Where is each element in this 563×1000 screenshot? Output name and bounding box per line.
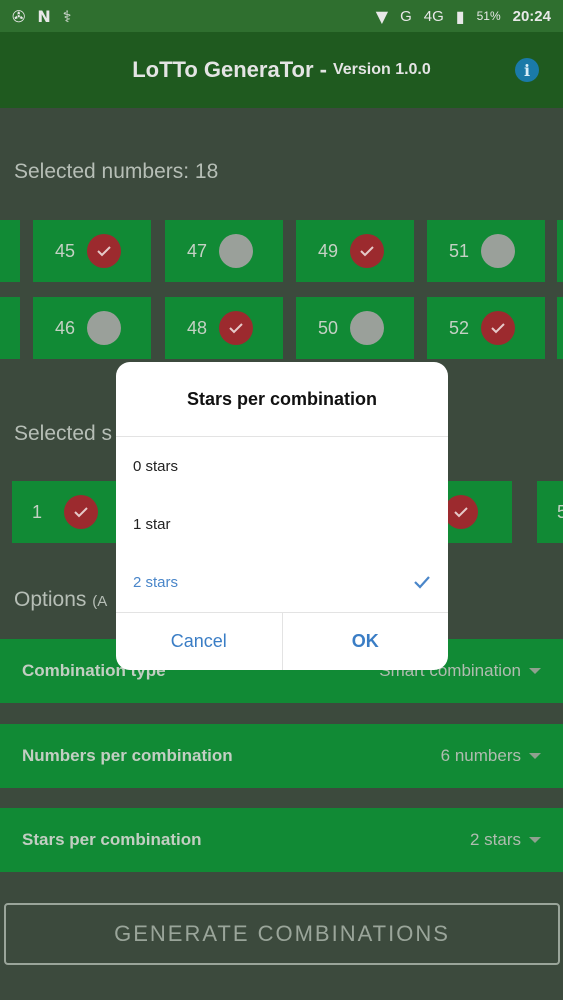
camera-aperture-icon: ✇ — [12, 6, 26, 26]
check-icon — [219, 311, 253, 345]
number-label: 45 — [55, 240, 76, 261]
stars-per-combination-value-text: 2 stars — [469, 830, 521, 849]
app-title: LoTTo GeneraTor - — [132, 57, 327, 82]
check-icon — [87, 234, 121, 268]
app-bar: LoTTo GeneraTor - Version 1.0.0 i — [0, 32, 563, 108]
dialog-option-0-stars[interactable]: 0 stars — [116, 437, 448, 495]
number-label: 46 — [55, 317, 76, 338]
chevron-down-icon — [529, 753, 541, 759]
check-icon — [481, 311, 515, 345]
number-tile[interactable]: 51 — [427, 220, 545, 282]
usb-icon: ⚕ — [62, 6, 72, 26]
stars-per-combination-dialog: Stars per combination 0 stars 1 star 2 s… — [116, 362, 448, 670]
number-tile[interactable]: 47 — [165, 220, 283, 282]
check-icon — [64, 495, 98, 529]
n-icon: N — [37, 6, 51, 26]
selected-numbers-label: Selected numbers: 18 — [14, 160, 219, 183]
chevron-down-icon — [529, 837, 541, 843]
numbers-per-combination-value: 6 numbers — [441, 746, 541, 766]
number-label: 50 — [318, 317, 339, 338]
network-g-label: G — [400, 7, 412, 25]
check-icon — [444, 495, 478, 529]
dialog-actions: Cancel OK — [116, 612, 448, 670]
battery-percent: 51% — [476, 9, 501, 23]
info-icon[interactable]: i — [515, 58, 539, 82]
number-tile-partial[interactable] — [557, 220, 563, 282]
dialog-option-label: 1 star — [133, 515, 171, 533]
dialog-title: Stars per combination — [116, 362, 448, 437]
selected-stars-label: Selected s — [14, 422, 113, 445]
cancel-button[interactable]: Cancel — [116, 613, 282, 670]
number-tile[interactable]: 49 — [296, 220, 414, 282]
ok-button[interactable]: OK — [281, 613, 449, 670]
chevron-down-icon — [529, 668, 541, 674]
number-label: 52 — [449, 317, 470, 338]
unchecked-circle-icon — [350, 311, 384, 345]
stars-per-combination-value: 2 stars — [470, 830, 541, 850]
star-tile[interactable] — [440, 481, 512, 543]
star-label: 1 — [32, 501, 43, 522]
dialog-option-1-star[interactable]: 1 star — [116, 495, 448, 553]
number-tile[interactable]: 45 — [33, 220, 151, 282]
number-tile-partial[interactable] — [0, 297, 20, 359]
generate-combinations-button[interactable]: GENERATE COMBINATIONS — [4, 903, 560, 965]
star-tile-partial[interactable]: 5 — [537, 481, 563, 543]
numbers-per-combination-row[interactable]: Numbers per combination 6 numbers — [0, 724, 563, 788]
dialog-option-label: 2 stars — [133, 573, 179, 591]
check-icon — [350, 234, 384, 268]
options-subtitle: (A — [92, 593, 108, 610]
dialog-option-label: 0 stars — [133, 457, 179, 475]
unchecked-circle-icon — [87, 311, 121, 345]
number-label: 48 — [187, 317, 208, 338]
number-tile[interactable]: 46 — [33, 297, 151, 359]
number-tile[interactable]: 52 — [427, 297, 545, 359]
star-tile[interactable]: 1 — [12, 481, 117, 543]
number-label: 51 — [449, 240, 470, 261]
app-version: Version 1.0.0 — [332, 61, 431, 78]
number-tile[interactable]: 48 — [165, 297, 283, 359]
stars-per-combination-row[interactable]: Stars per combination 2 stars — [0, 808, 563, 872]
wifi-icon: ▼ — [375, 6, 389, 26]
numbers-per-combination-value-text: 6 numbers — [440, 746, 521, 765]
unchecked-circle-icon — [219, 234, 253, 268]
number-tile-partial[interactable] — [0, 220, 20, 282]
clock: 20:24 — [512, 7, 551, 25]
check-icon — [414, 576, 430, 589]
number-label: 49 — [318, 240, 339, 261]
number-tile[interactable]: 50 — [296, 297, 414, 359]
status-bar: ✇ N ⚕ ▼ G 4G ▮ 51% 20:24 — [0, 0, 563, 32]
options-label: Options (A — [14, 588, 107, 612]
options-title: Options — [14, 588, 87, 611]
numbers-per-combination-label: Numbers per combination — [22, 746, 233, 765]
dialog-option-2-stars[interactable]: 2 stars — [116, 553, 448, 611]
unchecked-circle-icon — [481, 234, 515, 268]
number-label: 47 — [187, 240, 208, 261]
stars-per-combination-label: Stars per combination — [22, 830, 202, 849]
star-label: 5 — [557, 501, 563, 522]
number-tile-partial[interactable] — [557, 297, 563, 359]
network-4g-label: 4G — [423, 7, 444, 25]
battery-icon: ▮ — [455, 6, 465, 26]
